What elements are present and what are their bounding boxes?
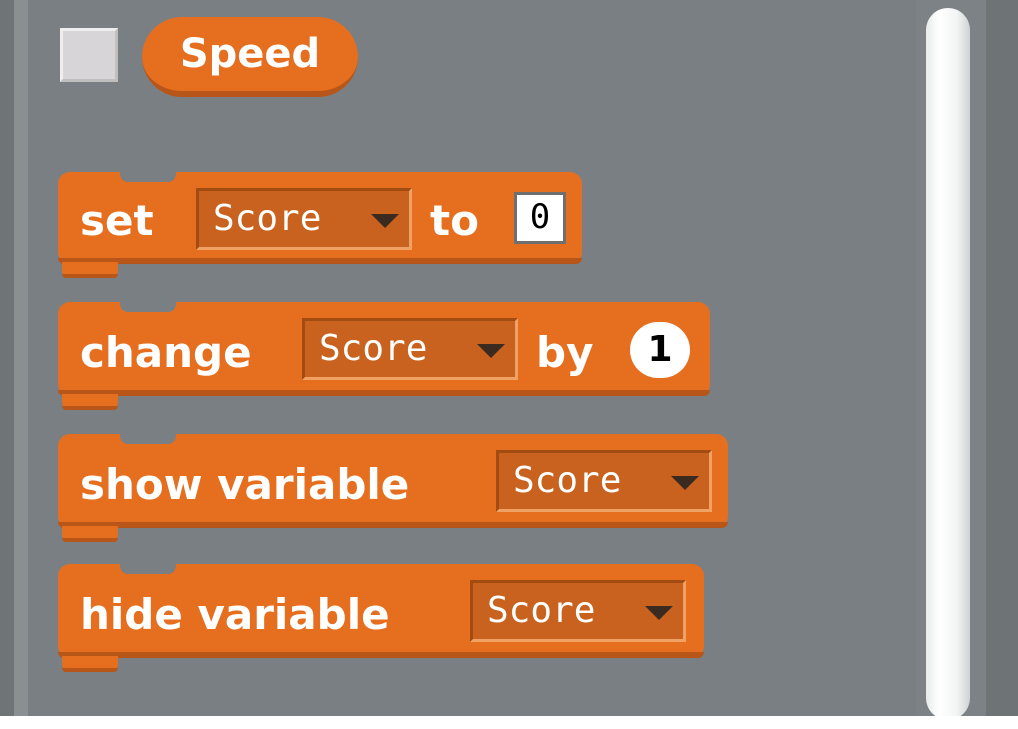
block-top-notch — [120, 302, 176, 312]
set-variable-dropdown-value: Score — [213, 198, 322, 239]
left-border-inner — [14, 0, 28, 729]
change-variable-dropdown[interactable]: Score — [302, 318, 518, 380]
block-top-notch — [120, 172, 176, 182]
set-variable-dropdown[interactable]: Score — [196, 188, 412, 250]
block-top-notch — [120, 564, 176, 574]
speed-reporter-label: Speed — [179, 31, 321, 77]
hide-variable-dropdown-value: Score — [487, 590, 596, 631]
hide-variable-block[interactable]: hide variable Score — [58, 564, 704, 658]
speed-reporter-block[interactable]: Speed — [142, 17, 358, 97]
set-variable-block[interactable]: set Score to 0 — [58, 172, 582, 264]
change-value-input[interactable]: 1 — [630, 322, 690, 378]
by-label: by — [536, 328, 594, 377]
triangle-down-icon — [671, 476, 699, 490]
block-top-notch — [120, 434, 176, 444]
left-border — [0, 0, 14, 729]
scrollbar-thumb[interactable] — [926, 8, 970, 720]
change-label: change — [80, 328, 252, 377]
triangle-down-icon — [477, 344, 505, 358]
variables-palette-window: Speed set Score to 0 change Score by 1 s… — [0, 0, 1018, 729]
show-variable-block[interactable]: show variable Score — [58, 434, 728, 528]
hide-variable-dropdown[interactable]: Score — [470, 580, 686, 642]
block-bottom-notch — [62, 262, 118, 278]
change-variable-dropdown-value: Score — [319, 328, 428, 369]
show-variable-dropdown[interactable]: Score — [496, 450, 712, 512]
to-label: to — [430, 196, 479, 245]
hide-variable-label: hide variable — [80, 590, 390, 639]
show-variable-dropdown-value: Score — [513, 460, 622, 501]
block-bottom-notch — [62, 394, 118, 410]
scrollbar-track-edge — [986, 0, 1018, 729]
show-variable-label: show variable — [80, 460, 410, 509]
speed-watcher-checkbox[interactable] — [60, 28, 118, 82]
block-bottom-notch — [62, 656, 118, 672]
bottom-edge — [0, 716, 1018, 729]
triangle-down-icon — [645, 606, 673, 620]
triangle-down-icon — [371, 214, 399, 228]
set-value-input[interactable]: 0 — [514, 192, 566, 244]
set-label: set — [80, 196, 154, 245]
change-variable-block[interactable]: change Score by 1 — [58, 302, 710, 396]
block-bottom-notch — [62, 526, 118, 542]
